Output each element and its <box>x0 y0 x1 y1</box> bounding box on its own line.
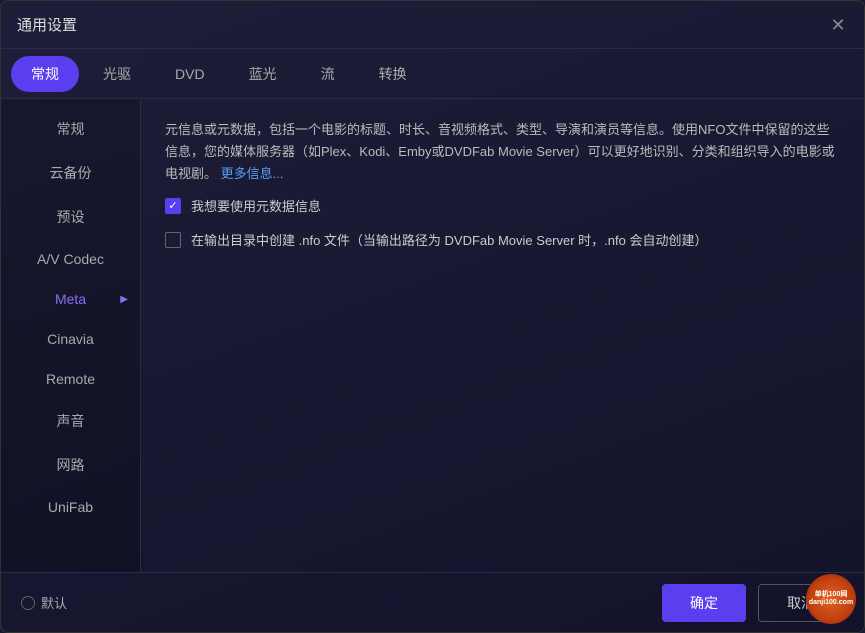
tab-optical[interactable]: 光驱 <box>83 56 151 92</box>
main-content: 常规 云备份 预设 A/V Codec Meta ▶ Cinavia Remot… <box>1 99 864 572</box>
default-button[interactable]: 默认 <box>21 593 67 612</box>
sidebar-item-meta[interactable]: Meta ▶ <box>1 279 140 319</box>
tab-general[interactable]: 常规 <box>11 56 79 92</box>
sidebar-item-cloud-backup[interactable]: 云备份 <box>1 151 140 195</box>
meta-arrow-icon: ▶ <box>120 294 128 305</box>
tab-stream[interactable]: 流 <box>301 56 355 92</box>
sidebar-item-presets[interactable]: 预设 <box>1 195 140 239</box>
close-button[interactable]: ✕ <box>828 15 848 35</box>
checkbox-create-nfo[interactable] <box>165 232 181 248</box>
more-info-link[interactable]: 更多信息... <box>221 166 284 181</box>
sidebar-item-cinavia[interactable]: Cinavia <box>1 319 140 359</box>
sidebar-item-remote[interactable]: Remote <box>1 359 140 399</box>
content-area: 元信息或元数据，包括一个电影的标题、时长、音视频格式、类型、导演和演员等信息。使… <box>141 99 864 572</box>
default-label: 默认 <box>41 593 67 612</box>
title-bar: 通用设置 ✕ <box>1 1 864 49</box>
tab-bar: 常规 光驱 DVD 蓝光 流 转换 <box>1 49 864 99</box>
main-window: 通用设置 ✕ 常规 光驱 DVD 蓝光 流 转换 常规 云备份 预设 A/V C… <box>0 0 865 633</box>
info-paragraph: 元信息或元数据，包括一个电影的标题、时长、音视频格式、类型、导演和演员等信息。使… <box>165 119 840 185</box>
sidebar-item-unifab[interactable]: UniFab <box>1 487 140 527</box>
sidebar: 常规 云备份 预设 A/V Codec Meta ▶ Cinavia Remot… <box>1 99 141 572</box>
checkbox-row-2: 在输出目录中创建 .nfo 文件（当输出路径为 DVDFab Movie Ser… <box>165 231 840 251</box>
footer: 默认 确定 取消 <box>1 572 864 632</box>
confirm-button[interactable]: 确定 <box>662 584 746 622</box>
checkbox-use-metadata-label: 我想要使用元数据信息 <box>191 197 321 217</box>
checkbox-use-metadata[interactable] <box>165 198 181 214</box>
tab-bluray[interactable]: 蓝光 <box>229 56 297 92</box>
sidebar-item-general[interactable]: 常规 <box>1 107 140 151</box>
watermark: 单机100网 danji100.com <box>806 574 856 624</box>
default-radio-icon <box>21 596 35 610</box>
checkbox-create-nfo-label: 在输出目录中创建 .nfo 文件（当输出路径为 DVDFab Movie Ser… <box>191 231 707 251</box>
sidebar-item-audio[interactable]: 声音 <box>1 399 140 443</box>
tab-dvd[interactable]: DVD <box>155 58 225 90</box>
sidebar-item-av-codec[interactable]: A/V Codec <box>1 239 140 279</box>
window-title: 通用设置 <box>17 14 77 35</box>
sidebar-item-network[interactable]: 网路 <box>1 443 140 487</box>
checkbox-row-1: 我想要使用元数据信息 <box>165 197 840 217</box>
tab-convert[interactable]: 转换 <box>359 56 427 92</box>
